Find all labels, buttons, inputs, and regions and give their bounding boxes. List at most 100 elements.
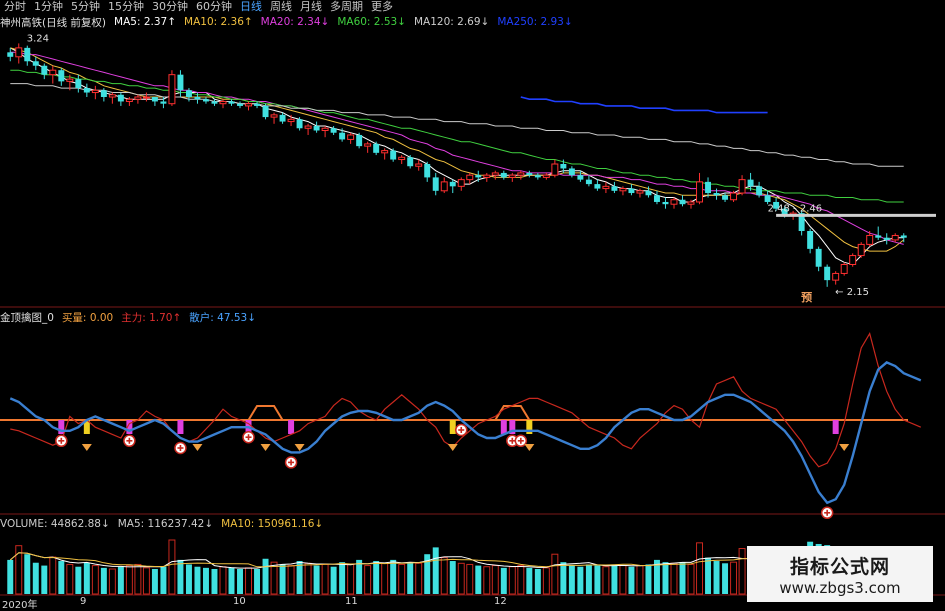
volume-bar [262, 558, 269, 594]
volume-bar [483, 566, 491, 595]
candle-body [764, 195, 771, 202]
candle-body [849, 255, 857, 265]
candle-body [279, 114, 286, 122]
candle-body [475, 175, 482, 178]
candle-body [815, 248, 822, 267]
volume-bar [228, 567, 235, 594]
volume-bar [713, 561, 720, 594]
candle-body [83, 88, 90, 93]
candle-body [330, 128, 337, 133]
candle-body [662, 201, 669, 205]
volume-bar [500, 567, 507, 594]
volume-bar [568, 565, 575, 594]
volume-bar [687, 563, 695, 595]
candle-body [15, 47, 23, 58]
volume-bar [134, 563, 142, 595]
candle-body [108, 94, 116, 98]
volume-bar [517, 565, 525, 595]
candle-body [168, 74, 176, 105]
volume-bar [705, 557, 712, 594]
volume-bar [696, 542, 703, 595]
stock-chart[interactable]: 3.24 2.48 - 2.46 ← 2.15 预 [0, 0, 945, 609]
indicator-line-0 [10, 332, 922, 468]
volume-bar [151, 568, 158, 594]
candle-body [645, 190, 652, 196]
signal-bar [500, 420, 507, 434]
volume-bar [585, 564, 592, 594]
volume-bar [491, 565, 499, 595]
candle-body [756, 186, 763, 196]
volume-bar [457, 562, 465, 595]
candle-body [602, 185, 610, 190]
volume-bar [356, 559, 363, 594]
candle-body [875, 235, 882, 238]
candle-body [321, 127, 329, 131]
candle-body [594, 184, 601, 189]
candle-body [670, 199, 678, 205]
candle-body [560, 164, 567, 169]
volume-bar [475, 565, 482, 594]
volume-bar [670, 562, 678, 595]
candle-body [41, 65, 48, 75]
candle-body [373, 143, 380, 153]
volume-bar [321, 563, 329, 595]
candle-body [840, 264, 848, 274]
volume-bar [432, 547, 439, 594]
candle-body [653, 195, 660, 202]
volume-bar [279, 564, 286, 594]
candle-body [585, 179, 592, 185]
ma-line-ma20 [10, 51, 904, 245]
volume-bar [83, 562, 90, 594]
candle-body [611, 186, 618, 191]
volume-bar [91, 565, 99, 595]
volume-bar [407, 562, 414, 594]
candle-body [687, 201, 695, 205]
volume-bar [560, 562, 567, 594]
candle-body [339, 132, 346, 140]
volume-bar [194, 566, 201, 594]
candle-body [254, 103, 261, 106]
volume-bar [41, 565, 48, 594]
diamond-marker [81, 444, 92, 451]
candle-body [679, 199, 686, 205]
candle-body [500, 172, 507, 178]
candle-body [696, 181, 703, 203]
low-label: ← 2.15 [835, 287, 869, 298]
candle-body [551, 163, 559, 176]
signal-bar [288, 420, 295, 434]
candle-body [347, 134, 355, 140]
volume-bar [313, 565, 320, 594]
volume-bar [381, 562, 389, 595]
volume-bar [594, 565, 601, 594]
candle-body [194, 97, 201, 100]
volume-bar [66, 563, 74, 595]
candle-body [287, 118, 295, 123]
candle-body [117, 94, 124, 102]
x-label-dec: 12 [494, 596, 507, 607]
site-watermark: 指标公式网 www.zbgs3.com [747, 546, 933, 602]
candle-body [526, 172, 533, 176]
diamond-marker [524, 444, 535, 451]
baseline-bump-0 [247, 405, 284, 421]
candle-body [466, 174, 474, 181]
volume-bar [100, 567, 107, 594]
candle-body [508, 174, 516, 178]
candle-body [364, 143, 372, 147]
volume-bar [449, 561, 456, 594]
candle-body [900, 235, 907, 238]
candle-body [457, 179, 465, 187]
signal-bar [177, 420, 184, 434]
volume-bar [287, 565, 295, 595]
volume-bar [7, 559, 14, 594]
x-label-oct: 10 [233, 596, 246, 607]
diamond-marker [260, 444, 271, 451]
candle-body [747, 179, 754, 187]
volume-bar [722, 563, 729, 594]
candle-body [483, 174, 491, 178]
candle-body [713, 193, 720, 196]
candle-body [100, 90, 107, 97]
signal-bar [832, 420, 839, 434]
volume-bar [679, 562, 686, 594]
candle-body [58, 70, 65, 82]
signal-bar [449, 420, 456, 434]
